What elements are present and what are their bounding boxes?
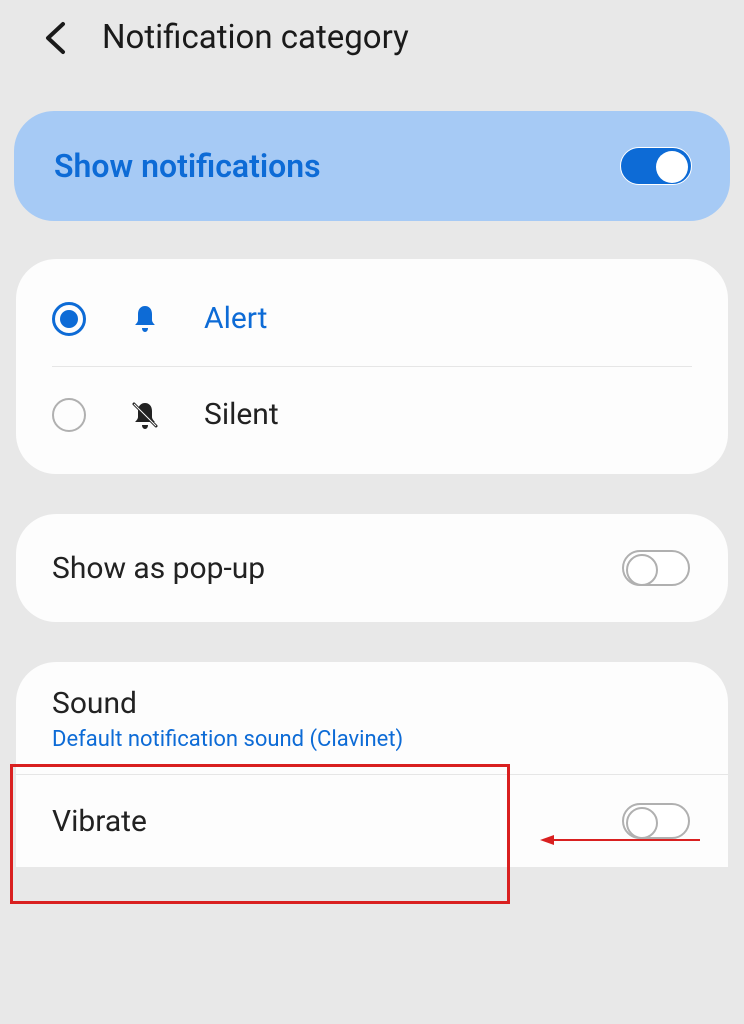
sound-label: Sound: [52, 686, 692, 721]
show-notifications-label: Show notifications: [54, 147, 321, 185]
popup-toggle[interactable]: [622, 550, 690, 586]
bell-off-icon: [130, 400, 160, 430]
radio-unselected-icon: [52, 398, 86, 432]
back-icon[interactable]: [44, 21, 66, 55]
alert-mode-card: Alert Silent: [16, 259, 728, 474]
show-notifications-card: Show notifications: [14, 111, 730, 221]
sound-section-card: Sound Default notification sound (Clavin…: [16, 662, 728, 867]
alert-mode-row[interactable]: Alert: [16, 271, 728, 366]
popup-card[interactable]: Show as pop-up: [16, 514, 728, 622]
bell-icon: [130, 304, 160, 334]
vibrate-label: Vibrate: [52, 804, 147, 839]
vibrate-toggle[interactable]: [622, 803, 690, 839]
sound-row[interactable]: Sound Default notification sound (Clavin…: [16, 662, 728, 775]
sound-value: Default notification sound (Clavinet): [52, 727, 692, 752]
silent-mode-row[interactable]: Silent: [52, 366, 692, 462]
page-title: Notification category: [102, 18, 409, 57]
radio-selected-icon: [52, 302, 86, 336]
page-header: Notification category: [0, 0, 744, 81]
show-notifications-toggle[interactable]: [620, 147, 692, 185]
vibrate-row[interactable]: Vibrate: [16, 775, 728, 867]
silent-label: Silent: [204, 397, 279, 432]
popup-label: Show as pop-up: [52, 551, 265, 586]
alert-label: Alert: [204, 301, 268, 336]
